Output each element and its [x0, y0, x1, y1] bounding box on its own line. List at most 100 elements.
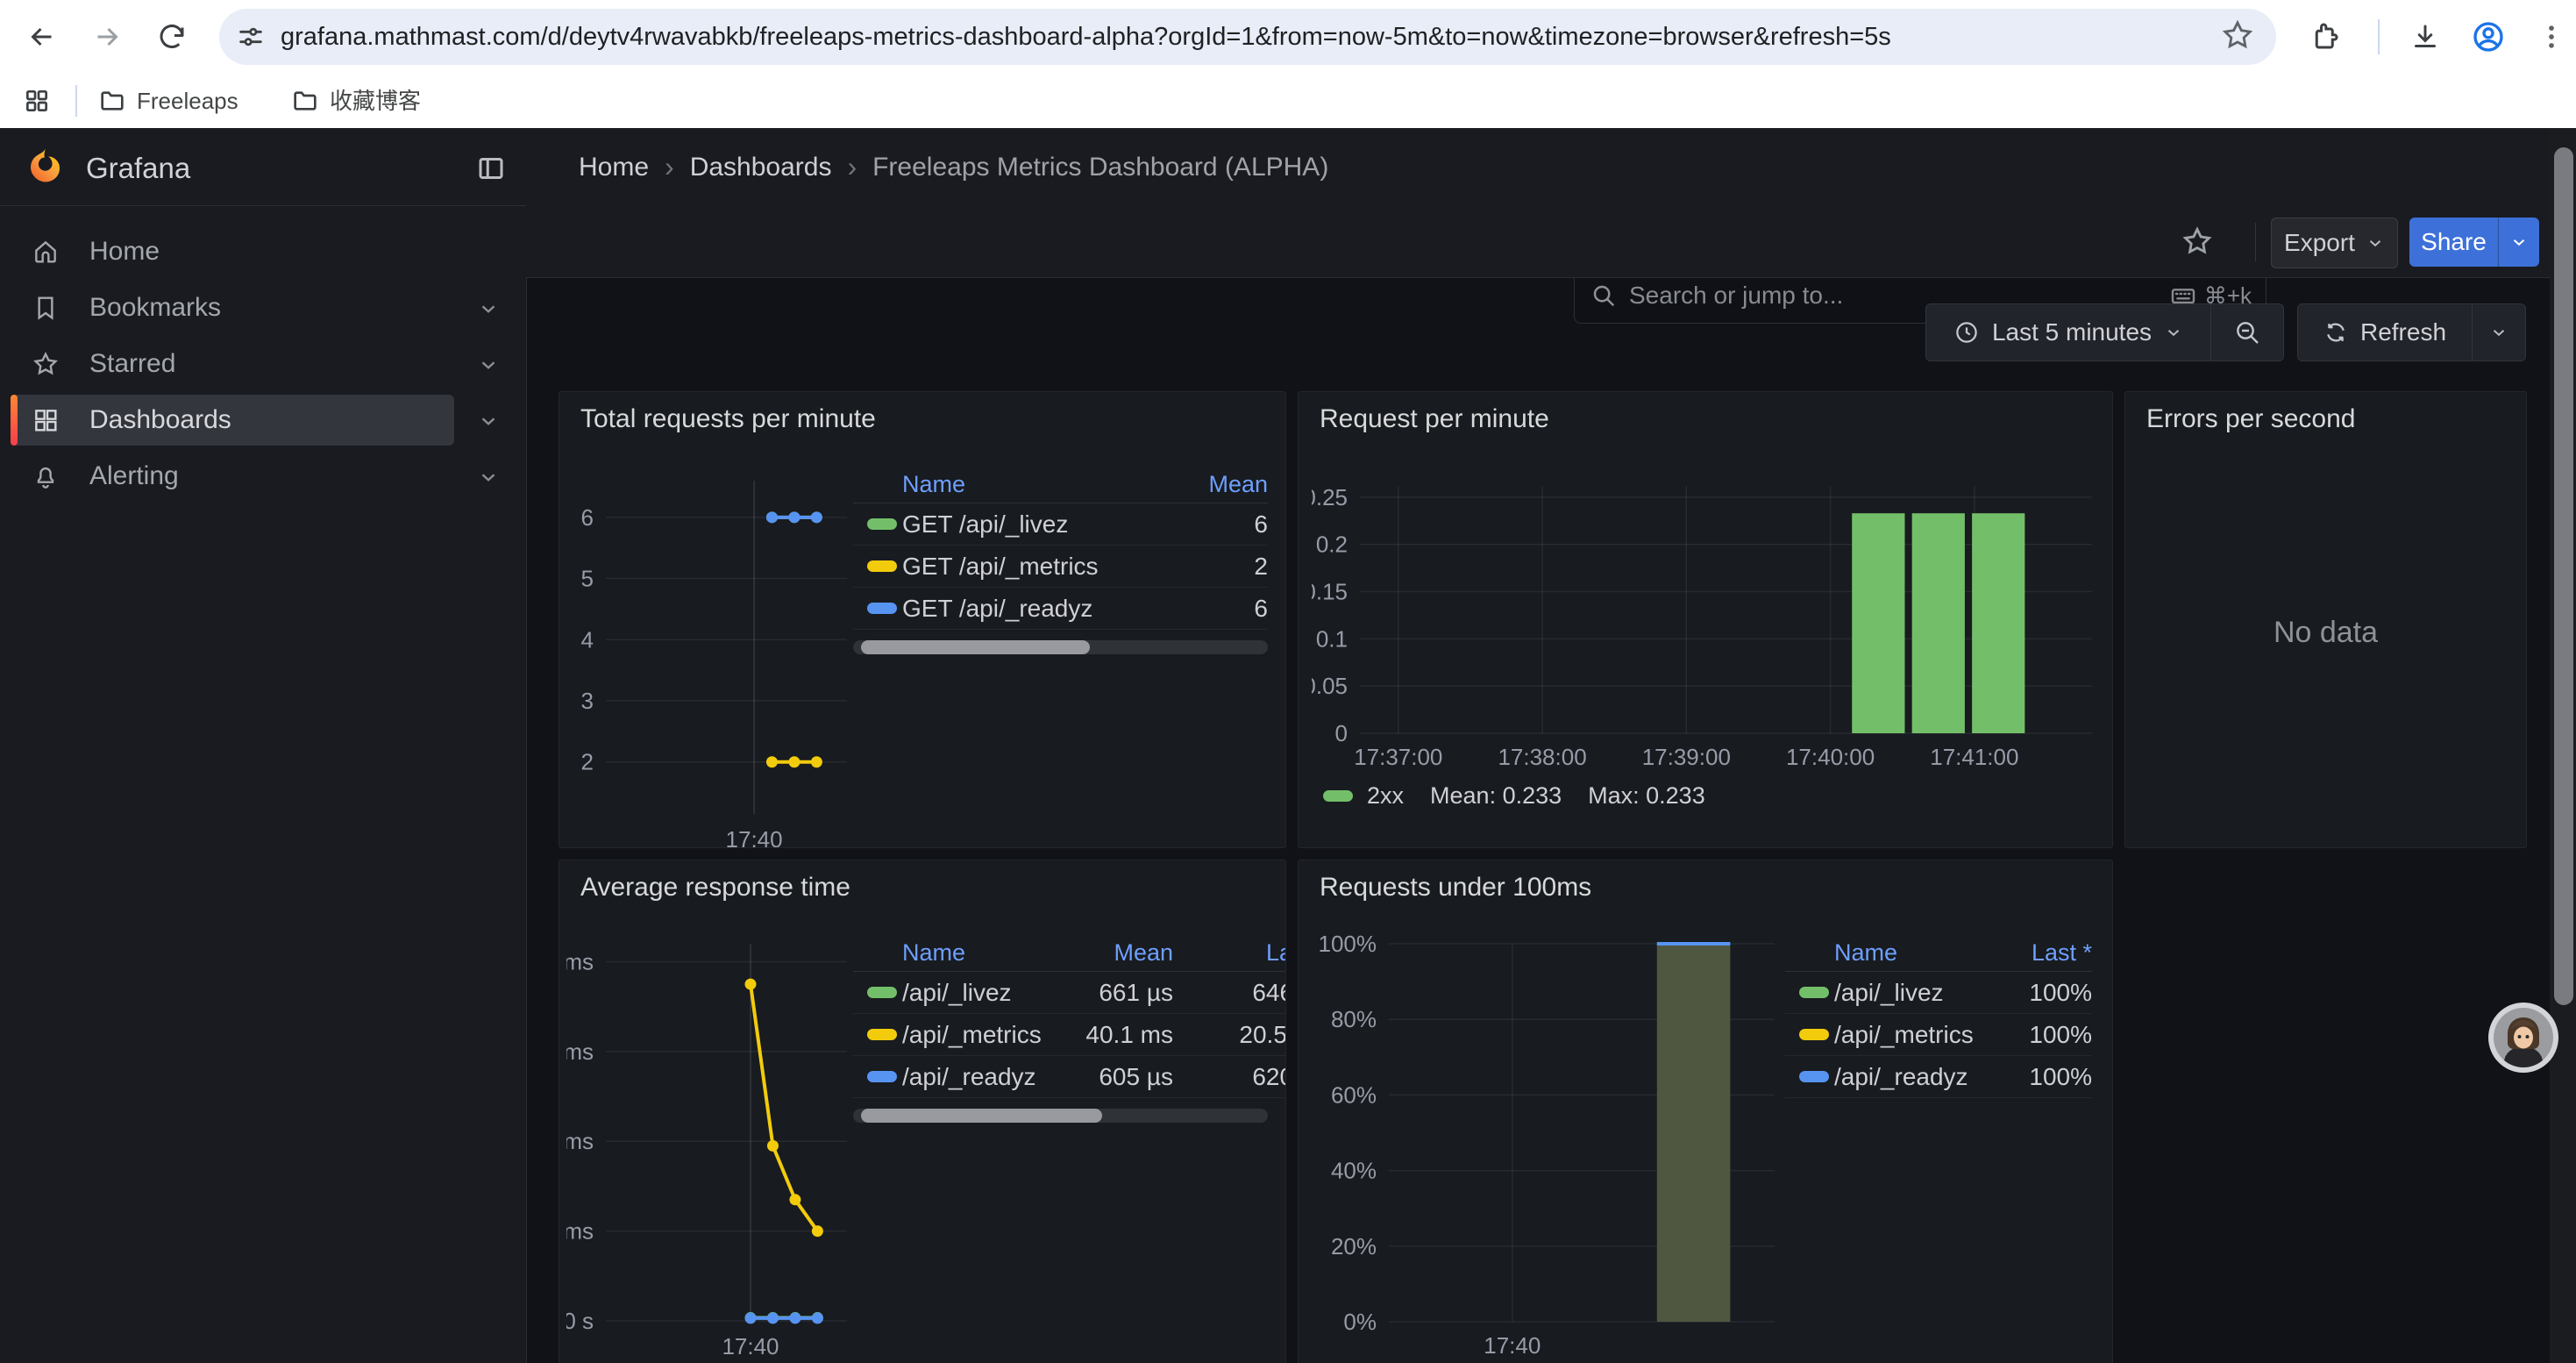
series-name[interactable]: /api/_readyz [1834, 1063, 1987, 1091]
series-name[interactable]: GET /api/_livez [902, 510, 1154, 539]
legend-col-name[interactable]: Name [902, 939, 1046, 967]
reload-icon[interactable] [153, 18, 191, 56]
panel-title[interactable]: Total requests per minute [580, 404, 876, 434]
legend-row[interactable]: /api/_readyz 605 µs 620 µs [853, 1056, 1286, 1098]
legend-col-last[interactable]: Last * [1173, 939, 1286, 967]
grafana-logo[interactable] [23, 146, 68, 191]
sidebar-item-home[interactable]: Home [0, 224, 526, 280]
series-mean: 661 µs [1046, 979, 1173, 1007]
zoom-out-button[interactable] [2210, 304, 2283, 360]
svg-text:0.1: 0.1 [1316, 625, 1348, 652]
series-color-pill [867, 987, 897, 998]
svg-text:0: 0 [1335, 720, 1348, 746]
extensions-icon[interactable] [2306, 18, 2345, 56]
refresh-button[interactable]: Refresh [2298, 304, 2472, 360]
series-last: 20.5 ms [1173, 1021, 1286, 1049]
download-icon[interactable] [2406, 18, 2444, 56]
bookmark-item-freeleaps[interactable]: Freeleaps [98, 74, 238, 128]
legend-col-name[interactable]: Name [902, 471, 1154, 498]
panel-title[interactable]: Request per minute [1320, 404, 1549, 434]
chevron-down-icon [2509, 232, 2529, 252]
svg-text:40 ms: 40 ms [566, 1128, 594, 1154]
legend-table: Name Mean Last * /api/_livez 661 µs 646 … [853, 934, 1286, 1098]
series-color-pill [867, 603, 897, 614]
apps-grid-icon[interactable] [18, 82, 56, 120]
legend-row[interactable]: GET /api/_livez 6 [853, 503, 1268, 546]
floating-assistant-avatar[interactable] [2488, 1003, 2558, 1073]
clock-icon [1953, 319, 1980, 346]
sidebar-item-starred[interactable]: Starred [0, 336, 526, 392]
chevron-down-icon[interactable] [477, 466, 500, 489]
svg-text:17:40: 17:40 [726, 826, 783, 847]
legend-scrollbar[interactable] [853, 1109, 1268, 1123]
panel-title[interactable]: Requests under 100ms [1320, 873, 1591, 903]
bookmark-star-icon[interactable] [2220, 18, 2259, 56]
legend-scrollbar[interactable] [853, 640, 1268, 654]
forward-icon[interactable] [88, 18, 126, 56]
legend-table: Name Mean GET /api/_livez 6 GET /api/_me… [853, 466, 1268, 630]
export-button[interactable]: Export [2271, 218, 2398, 268]
legend-scrollbar-thumb[interactable] [861, 640, 1089, 654]
share-button[interactable]: Share [2409, 218, 2498, 267]
breadcrumb-dashboards[interactable]: Dashboards [690, 153, 832, 182]
legend-scrollbar-thumb[interactable] [861, 1109, 1101, 1123]
series-mean: 40.1 ms [1046, 1021, 1173, 1049]
series-name[interactable]: GET /api/_readyz [902, 595, 1154, 623]
sidebar-item-label: Starred [89, 349, 175, 379]
bookmark-item-blog[interactable]: 收藏博客 [291, 74, 421, 128]
profile-icon[interactable] [2469, 18, 2508, 56]
share-menu-button[interactable] [2498, 218, 2539, 267]
legend-col-name[interactable]: Name [1834, 939, 1987, 967]
page-scrollbar-track[interactable] [2550, 128, 2576, 1363]
legend-col-last[interactable]: Last * [1987, 939, 2092, 967]
svg-text:40%: 40% [1331, 1158, 1377, 1184]
panel-title[interactable]: Average response time [580, 873, 850, 903]
breadcrumb-home[interactable]: Home [579, 153, 649, 182]
series-mean: 605 µs [1046, 1063, 1173, 1091]
svg-text:80%: 80% [1331, 1006, 1377, 1032]
legend-col-mean[interactable]: Mean [1154, 471, 1268, 498]
legend-header: Name Mean [853, 466, 1268, 503]
series-name[interactable]: /api/_livez [902, 979, 1046, 1007]
bookmark-label: Freeleaps [137, 74, 238, 128]
refresh-label: Refresh [2360, 318, 2446, 346]
page-scrollbar-thumb[interactable] [2554, 147, 2573, 1005]
sidebar-item-dashboards[interactable]: Dashboards [0, 392, 526, 448]
series-name[interactable]: GET /api/_metrics [902, 553, 1154, 581]
home-icon [32, 238, 60, 266]
chevron-down-icon[interactable] [477, 410, 500, 432]
legend-row[interactable]: /api/_livez 100% [1785, 972, 2092, 1014]
legend-row[interactable]: /api/_readyz 100% [1785, 1056, 2092, 1098]
collapse-sidebar-icon[interactable] [470, 147, 512, 189]
series-name[interactable]: 2xx [1367, 782, 1404, 810]
site-info-icon[interactable] [231, 18, 270, 56]
panel-title[interactable]: Errors per second [2146, 404, 2355, 434]
url-text[interactable]: grafana.mathmast.com/d/deytv4rwavabkb/fr… [281, 9, 1891, 65]
refresh-interval-button[interactable] [2472, 304, 2525, 360]
legend-row[interactable]: GET /api/_metrics 2 [853, 546, 1268, 588]
series-name[interactable]: /api/_readyz [902, 1063, 1046, 1091]
legend-row[interactable]: /api/_livez 661 µs 646 µs [853, 972, 1286, 1014]
chevron-down-icon [2164, 323, 2183, 342]
series-name[interactable]: /api/_metrics [1834, 1021, 1987, 1049]
time-range-picker[interactable]: Last 5 minutes [1926, 304, 2210, 360]
series-name[interactable]: /api/_metrics [902, 1021, 1046, 1049]
browser-menu-icon[interactable] [2532, 18, 2571, 56]
sidebar-item-alerting[interactable]: Alerting [0, 448, 526, 504]
favorite-star-icon[interactable] [2178, 222, 2217, 260]
svg-text:100%: 100% [1319, 931, 1377, 957]
svg-text:17:40: 17:40 [722, 1333, 779, 1359]
legend-row[interactable]: /api/_metrics 40.1 ms 20.5 ms [853, 1014, 1286, 1056]
svg-text:6: 6 [581, 504, 594, 531]
sidebar-item-bookmarks[interactable]: Bookmarks [0, 280, 526, 336]
legend-row[interactable]: /api/_metrics 100% [1785, 1014, 2092, 1056]
svg-text:17:40: 17:40 [1484, 1332, 1541, 1359]
series-name[interactable]: /api/_livez [1834, 979, 1987, 1007]
chevron-down-icon[interactable] [477, 353, 500, 376]
legend-row[interactable]: GET /api/_readyz 6 [853, 588, 1268, 630]
legend-col-mean[interactable]: Mean [1046, 939, 1173, 967]
legend-line[interactable]: 2xx Mean: 0.233 Max: 0.233 [1323, 778, 1705, 813]
chevron-down-icon[interactable] [477, 297, 500, 320]
bookmarks-divider [75, 85, 77, 117]
back-icon[interactable] [23, 18, 61, 56]
